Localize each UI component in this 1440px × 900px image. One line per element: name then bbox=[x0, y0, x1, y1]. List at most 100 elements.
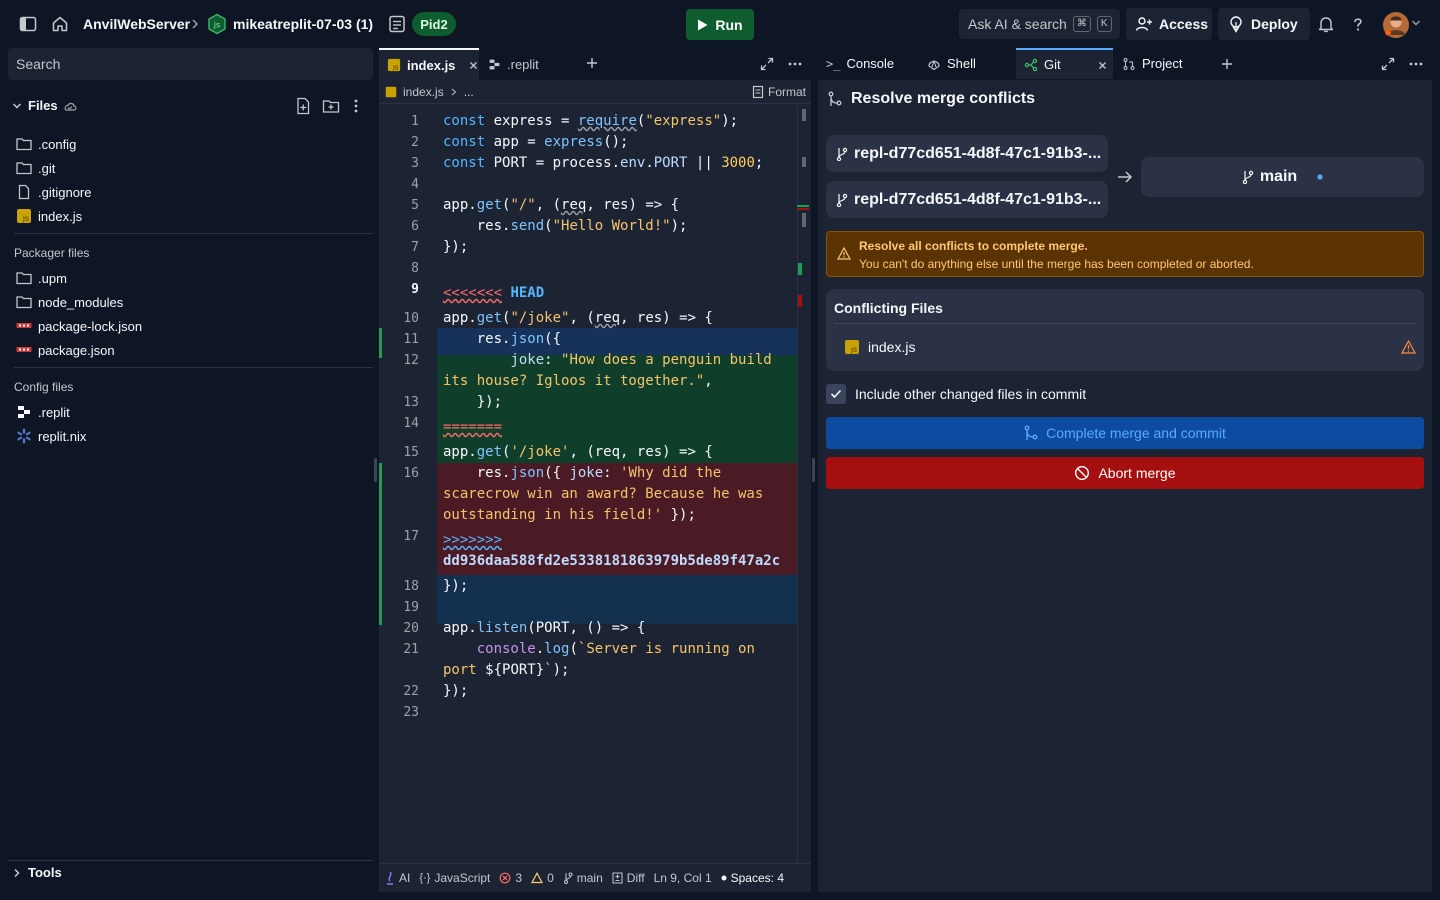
error-count[interactable]: 3 bbox=[499, 871, 522, 885]
tree-item-node-modules[interactable]: node_modules bbox=[16, 291, 123, 313]
bell-icon[interactable] bbox=[1317, 15, 1335, 33]
more-options-icon[interactable] bbox=[353, 98, 359, 114]
files-header[interactable]: Files bbox=[8, 94, 373, 118]
sidebar-toggle-icon[interactable] bbox=[18, 14, 38, 34]
language-status[interactable]: {·} JavaScript bbox=[419, 871, 490, 885]
tree-item-label: .gitignore bbox=[38, 184, 92, 200]
abort-merge-button[interactable]: Abort merge bbox=[826, 457, 1424, 489]
source-branch-1-label: repl-d77cd651-4d8f-47c1-91b3-... bbox=[854, 144, 1102, 162]
tab-project[interactable]: Project bbox=[1114, 48, 1210, 79]
deploy-button[interactable]: Deploy bbox=[1218, 8, 1310, 40]
more-options-icon[interactable] bbox=[1409, 62, 1423, 66]
tree-item-git[interactable]: .git bbox=[16, 157, 55, 179]
expand-icon[interactable] bbox=[759, 56, 775, 72]
add-tab-icon[interactable] bbox=[1220, 57, 1234, 71]
breadcrumb-more[interactable]: ... bbox=[464, 85, 474, 99]
ai-status[interactable]: AI bbox=[385, 871, 410, 885]
code-area[interactable]: 1 2 3 4 5 6 7 8 9 10 11 12 13 14 15 16 1… bbox=[379, 105, 797, 863]
close-tab-icon[interactable] bbox=[1098, 61, 1107, 70]
tree-item-upm[interactable]: .upm bbox=[16, 267, 67, 289]
avatar-chevron-down-icon[interactable] bbox=[1411, 19, 1421, 27]
tree-item-config[interactable]: .config bbox=[16, 133, 76, 155]
code-line: }); bbox=[443, 239, 469, 255]
warning-count[interactable]: 0 bbox=[531, 871, 554, 885]
tree-item-label: node_modules bbox=[38, 294, 124, 310]
tab-console[interactable]: >_ Console bbox=[818, 48, 918, 79]
home-icon[interactable] bbox=[50, 14, 70, 34]
cursor-position[interactable]: Ln 9, Col 1 bbox=[654, 871, 712, 885]
expand-icon[interactable] bbox=[1380, 56, 1396, 72]
line-number: 3 bbox=[411, 156, 419, 171]
config-section-title: Config files bbox=[14, 380, 74, 394]
tree-item-package-json[interactable]: package.json bbox=[16, 339, 115, 361]
tab-label: Console bbox=[846, 56, 895, 71]
file-search-input[interactable]: Search bbox=[8, 48, 373, 80]
js-file-icon: JS bbox=[844, 339, 860, 355]
app-name-link[interactable]: AnvilWebServer bbox=[83, 16, 190, 32]
complete-merge-button[interactable]: Complete merge and commit bbox=[826, 417, 1424, 449]
file-icon bbox=[16, 184, 32, 200]
tools-section[interactable]: Tools bbox=[8, 860, 373, 884]
line-number: 21 bbox=[403, 642, 419, 657]
more-options-icon[interactable] bbox=[788, 62, 802, 66]
tab-index-js[interactable]: JS index.js bbox=[379, 48, 479, 80]
run-button[interactable]: Run bbox=[686, 9, 754, 40]
code-line: port ${PORT}`); bbox=[443, 662, 570, 678]
deploy-icon bbox=[1227, 15, 1245, 33]
repl-info-icon[interactable] bbox=[388, 14, 406, 34]
editor-scrollbar[interactable] bbox=[797, 105, 811, 863]
include-files-checkbox[interactable] bbox=[826, 384, 846, 404]
new-file-icon[interactable] bbox=[295, 97, 311, 115]
include-files-row[interactable]: Include other changed files in commit bbox=[826, 384, 1086, 404]
divider bbox=[14, 233, 373, 234]
close-tab-icon[interactable] bbox=[469, 61, 478, 70]
tree-item-label: .config bbox=[38, 136, 77, 152]
branch-icon bbox=[1242, 170, 1254, 184]
add-tab-icon[interactable] bbox=[585, 56, 599, 70]
line-number: 18 bbox=[403, 579, 419, 594]
code-line: console.log(`Server is running on bbox=[476, 641, 755, 657]
scroll-marker bbox=[802, 213, 806, 227]
conflicting-file-row[interactable]: JS index.js bbox=[844, 334, 1416, 360]
help-icon[interactable] bbox=[1349, 15, 1367, 33]
deploy-label: Deploy bbox=[1251, 16, 1298, 32]
tools-label: Tools bbox=[28, 865, 62, 880]
format-button[interactable]: Format bbox=[768, 85, 806, 99]
cloud-sync-icon bbox=[62, 98, 78, 114]
tree-item-label: index.js bbox=[38, 208, 83, 224]
console-icon: >_ bbox=[826, 56, 841, 71]
new-folder-icon[interactable] bbox=[322, 98, 340, 114]
nodejs-icon: js bbox=[207, 13, 227, 35]
chevron-down-icon[interactable] bbox=[12, 101, 22, 111]
tree-item-label: .git bbox=[38, 160, 56, 176]
diff-status[interactable]: Diff bbox=[612, 871, 645, 885]
line-number: 12 bbox=[403, 353, 419, 368]
breadcrumb-file[interactable]: index.js bbox=[403, 85, 444, 99]
scrollbar-thumb[interactable] bbox=[802, 109, 806, 121]
js-file-icon: JS bbox=[16, 208, 32, 224]
source-branch-2-label: repl-d77cd651-4d8f-47c1-91b3-... bbox=[854, 190, 1102, 208]
indent-status[interactable]: Spaces: 4 bbox=[721, 871, 784, 885]
code-line: app.get("/joke", (req, res) => { bbox=[443, 310, 713, 326]
tab-shell[interactable]: Shell bbox=[919, 48, 1015, 79]
tree-item-index-js[interactable]: JS index.js bbox=[16, 205, 82, 227]
spaces-label: Spaces: 4 bbox=[730, 871, 784, 885]
repl-name[interactable]: mikeatreplit-07-03 (1) bbox=[233, 16, 373, 32]
tree-item-gitignore[interactable]: .gitignore bbox=[16, 181, 91, 203]
tab-label: Project bbox=[1142, 56, 1183, 71]
tab-replit[interactable]: .replit bbox=[480, 48, 576, 80]
replit-icon bbox=[488, 58, 501, 71]
access-button[interactable]: Access bbox=[1126, 8, 1212, 40]
tab-git[interactable]: Git bbox=[1016, 48, 1113, 79]
ask-ai-search-button[interactable]: Ask AI & search ⌘ K bbox=[959, 9, 1120, 39]
tree-item-replit-nix[interactable]: replit.nix bbox=[16, 425, 86, 447]
tree-item-package-lock[interactable]: package-lock.json bbox=[16, 315, 142, 337]
resize-handle[interactable] bbox=[374, 458, 377, 482]
resize-handle[interactable] bbox=[812, 458, 815, 482]
tree-item-replit[interactable]: .replit bbox=[16, 401, 70, 423]
line-number: 2 bbox=[411, 135, 419, 150]
branch-status[interactable]: main bbox=[563, 871, 603, 885]
avatar[interactable] bbox=[1382, 11, 1410, 39]
merge-icon bbox=[1024, 425, 1038, 441]
code-line: const app = express(); bbox=[443, 134, 629, 150]
